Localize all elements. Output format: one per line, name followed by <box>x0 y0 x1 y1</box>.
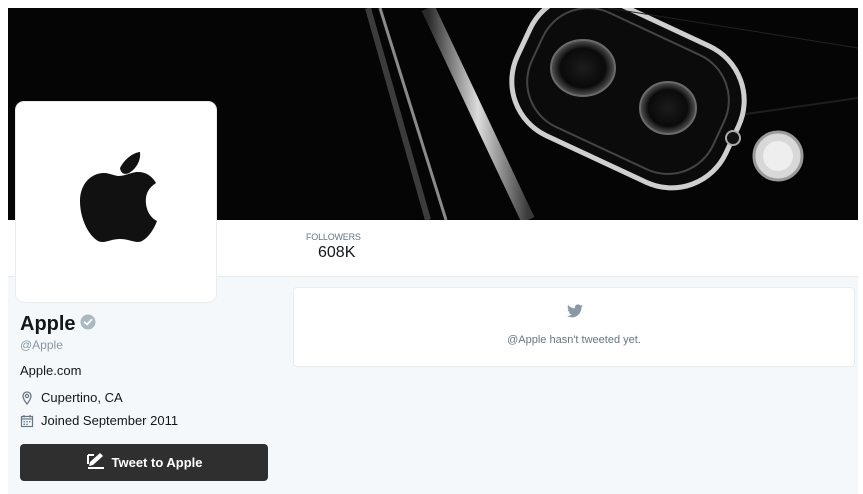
followers-count: 608K <box>318 244 356 261</box>
timeline-empty-message: @Apple hasn't tweeted yet. <box>507 334 641 346</box>
profile-avatar[interactable] <box>16 102 216 302</box>
profile-joined-text: Joined September 2011 <box>41 413 179 428</box>
twitter-bird-icon <box>567 304 583 323</box>
apple-logo-icon <box>80 152 157 242</box>
profile-joined-date: Joined September 2011 <box>20 413 178 428</box>
profile-location: Cupertino, CA <box>20 390 123 405</box>
calendar-icon <box>20 414 34 428</box>
tweet-to-button[interactable]: Tweet to Apple <box>20 444 268 481</box>
profile-name[interactable]: Apple <box>20 313 96 336</box>
profile-website-link[interactable]: Apple.com <box>20 363 81 378</box>
followers-stat[interactable]: FOLLOWERS 608K <box>306 232 361 262</box>
tweet-to-button-label: Tweet to Apple <box>111 455 203 470</box>
profile-handle[interactable]: @Apple <box>20 338 63 352</box>
followers-label: FOLLOWERS <box>306 232 361 242</box>
compose-icon <box>86 452 106 473</box>
verified-badge-icon <box>80 313 96 336</box>
timeline-empty-state: @Apple hasn't tweeted yet. <box>293 287 855 367</box>
profile-name-text: Apple <box>20 313 76 335</box>
map-pin-icon <box>20 390 34 405</box>
profile-location-text: Cupertino, CA <box>41 390 123 405</box>
